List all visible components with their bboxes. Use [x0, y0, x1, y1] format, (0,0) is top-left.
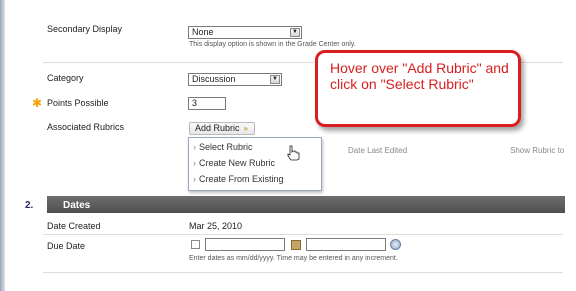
section-title: Dates [63, 200, 91, 211]
secondary-display-value: None [192, 27, 214, 37]
category-value: Discussion [192, 74, 236, 84]
menu-bullet-icon: › [193, 158, 196, 168]
secondary-display-hint: This display option is shown in the Grad… [189, 41, 356, 48]
due-date-label: Due Date [47, 241, 86, 251]
asterisk-required-icon: ✱ [32, 96, 43, 110]
date-created-label: Date Created [47, 221, 101, 231]
instruction-callout: Hover over "Add Rubric" and click on "Se… [315, 50, 521, 127]
due-date-input[interactable] [205, 238, 285, 251]
secondary-display-select[interactable]: None ▼ [188, 26, 302, 39]
chevron-down-icon: » [243, 124, 248, 133]
section-header-dates: Dates [47, 196, 567, 217]
add-rubric-menu: › Select Rubric › Create New Rubric › Creat… [188, 137, 322, 191]
content-area: Secondary Display None ▼ This display op… [5, 0, 565, 291]
add-rubric-button[interactable]: Add Rubric» [189, 122, 255, 135]
calendar-icon[interactable] [291, 240, 301, 250]
divider [43, 234, 563, 235]
due-date-checkbox[interactable] [191, 240, 200, 249]
divider [43, 272, 563, 273]
menu-item-label: Select Rubric [199, 142, 253, 152]
menu-item-create-from-existing[interactable]: › Create From Existing [189, 171, 321, 187]
show-rubric-header: Show Rubric to [510, 146, 565, 155]
points-possible-label: Points Possible [47, 98, 109, 108]
menu-item-select-rubric[interactable]: › Select Rubric [189, 139, 321, 155]
section-number: 2. [25, 200, 34, 211]
menu-item-label: Create From Existing [199, 174, 284, 184]
menu-item-create-new-rubric[interactable]: › Create New Rubric [189, 155, 321, 171]
category-select[interactable]: Discussion ▼ [188, 73, 282, 86]
hand-cursor-icon [287, 145, 300, 161]
due-time-input[interactable] [306, 238, 386, 251]
date-last-edited-header: Date Last Edited [348, 146, 408, 155]
callout-text: Hover over "Add Rubric" and click on "Se… [330, 60, 509, 92]
dropdown-arrow-icon: ▼ [290, 28, 300, 37]
menu-bullet-icon: › [193, 174, 196, 184]
section-band [47, 196, 565, 213]
clock-icon[interactable] [390, 239, 401, 250]
associated-rubrics-label: Associated Rubrics [47, 122, 125, 132]
date-created-value: Mar 25, 2010 [189, 221, 243, 231]
menu-bullet-icon: › [193, 142, 196, 152]
secondary-display-label: Secondary Display [47, 24, 123, 34]
due-date-hint: Enter dates as mm/dd/yyyy. Time may be e… [189, 255, 398, 262]
category-label: Category [47, 73, 84, 83]
points-possible-input[interactable]: 3 [188, 97, 226, 110]
menu-item-label: Create New Rubric [199, 158, 276, 168]
add-rubric-label: Add Rubric [195, 123, 240, 133]
dropdown-arrow-icon: ▼ [270, 75, 280, 84]
